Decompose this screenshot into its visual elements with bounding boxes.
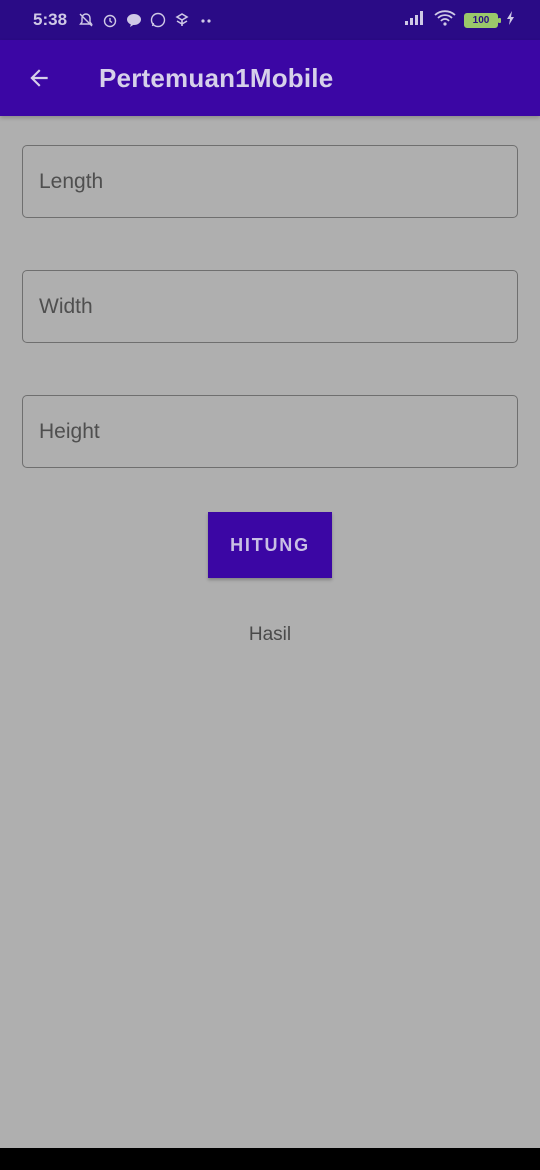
system-icons: 100 [404,9,516,31]
width-field[interactable] [22,270,518,343]
whatsapp-icon [149,11,167,29]
alarm-icon [101,11,119,29]
notification-icons [77,11,215,29]
width-input[interactable] [39,271,517,342]
height-input[interactable] [39,396,517,467]
more-dots-icon [197,11,215,29]
line-icon [125,11,143,29]
battery-icon: 100 [464,12,501,28]
muted-bell-icon [77,11,95,29]
navigation-bar [0,1148,540,1170]
back-button[interactable] [11,50,67,106]
app-icon [173,11,191,29]
result-text: Hasil [248,624,292,645]
calculate-button[interactable]: HITUNG [208,512,332,578]
length-field[interactable] [22,145,518,218]
app-title: Pertemuan1Mobile [99,62,334,93]
wifi-icon [434,9,456,31]
signal-icon [404,10,426,30]
app-bar: Pertemuan1Mobile [0,40,540,116]
status-bar: 5:38 100 [0,0,540,40]
arrow-left-icon [30,69,48,87]
length-input[interactable] [39,146,517,217]
status-time: 5:38 [33,10,68,29]
charging-icon [506,10,516,31]
height-field[interactable] [22,395,518,468]
